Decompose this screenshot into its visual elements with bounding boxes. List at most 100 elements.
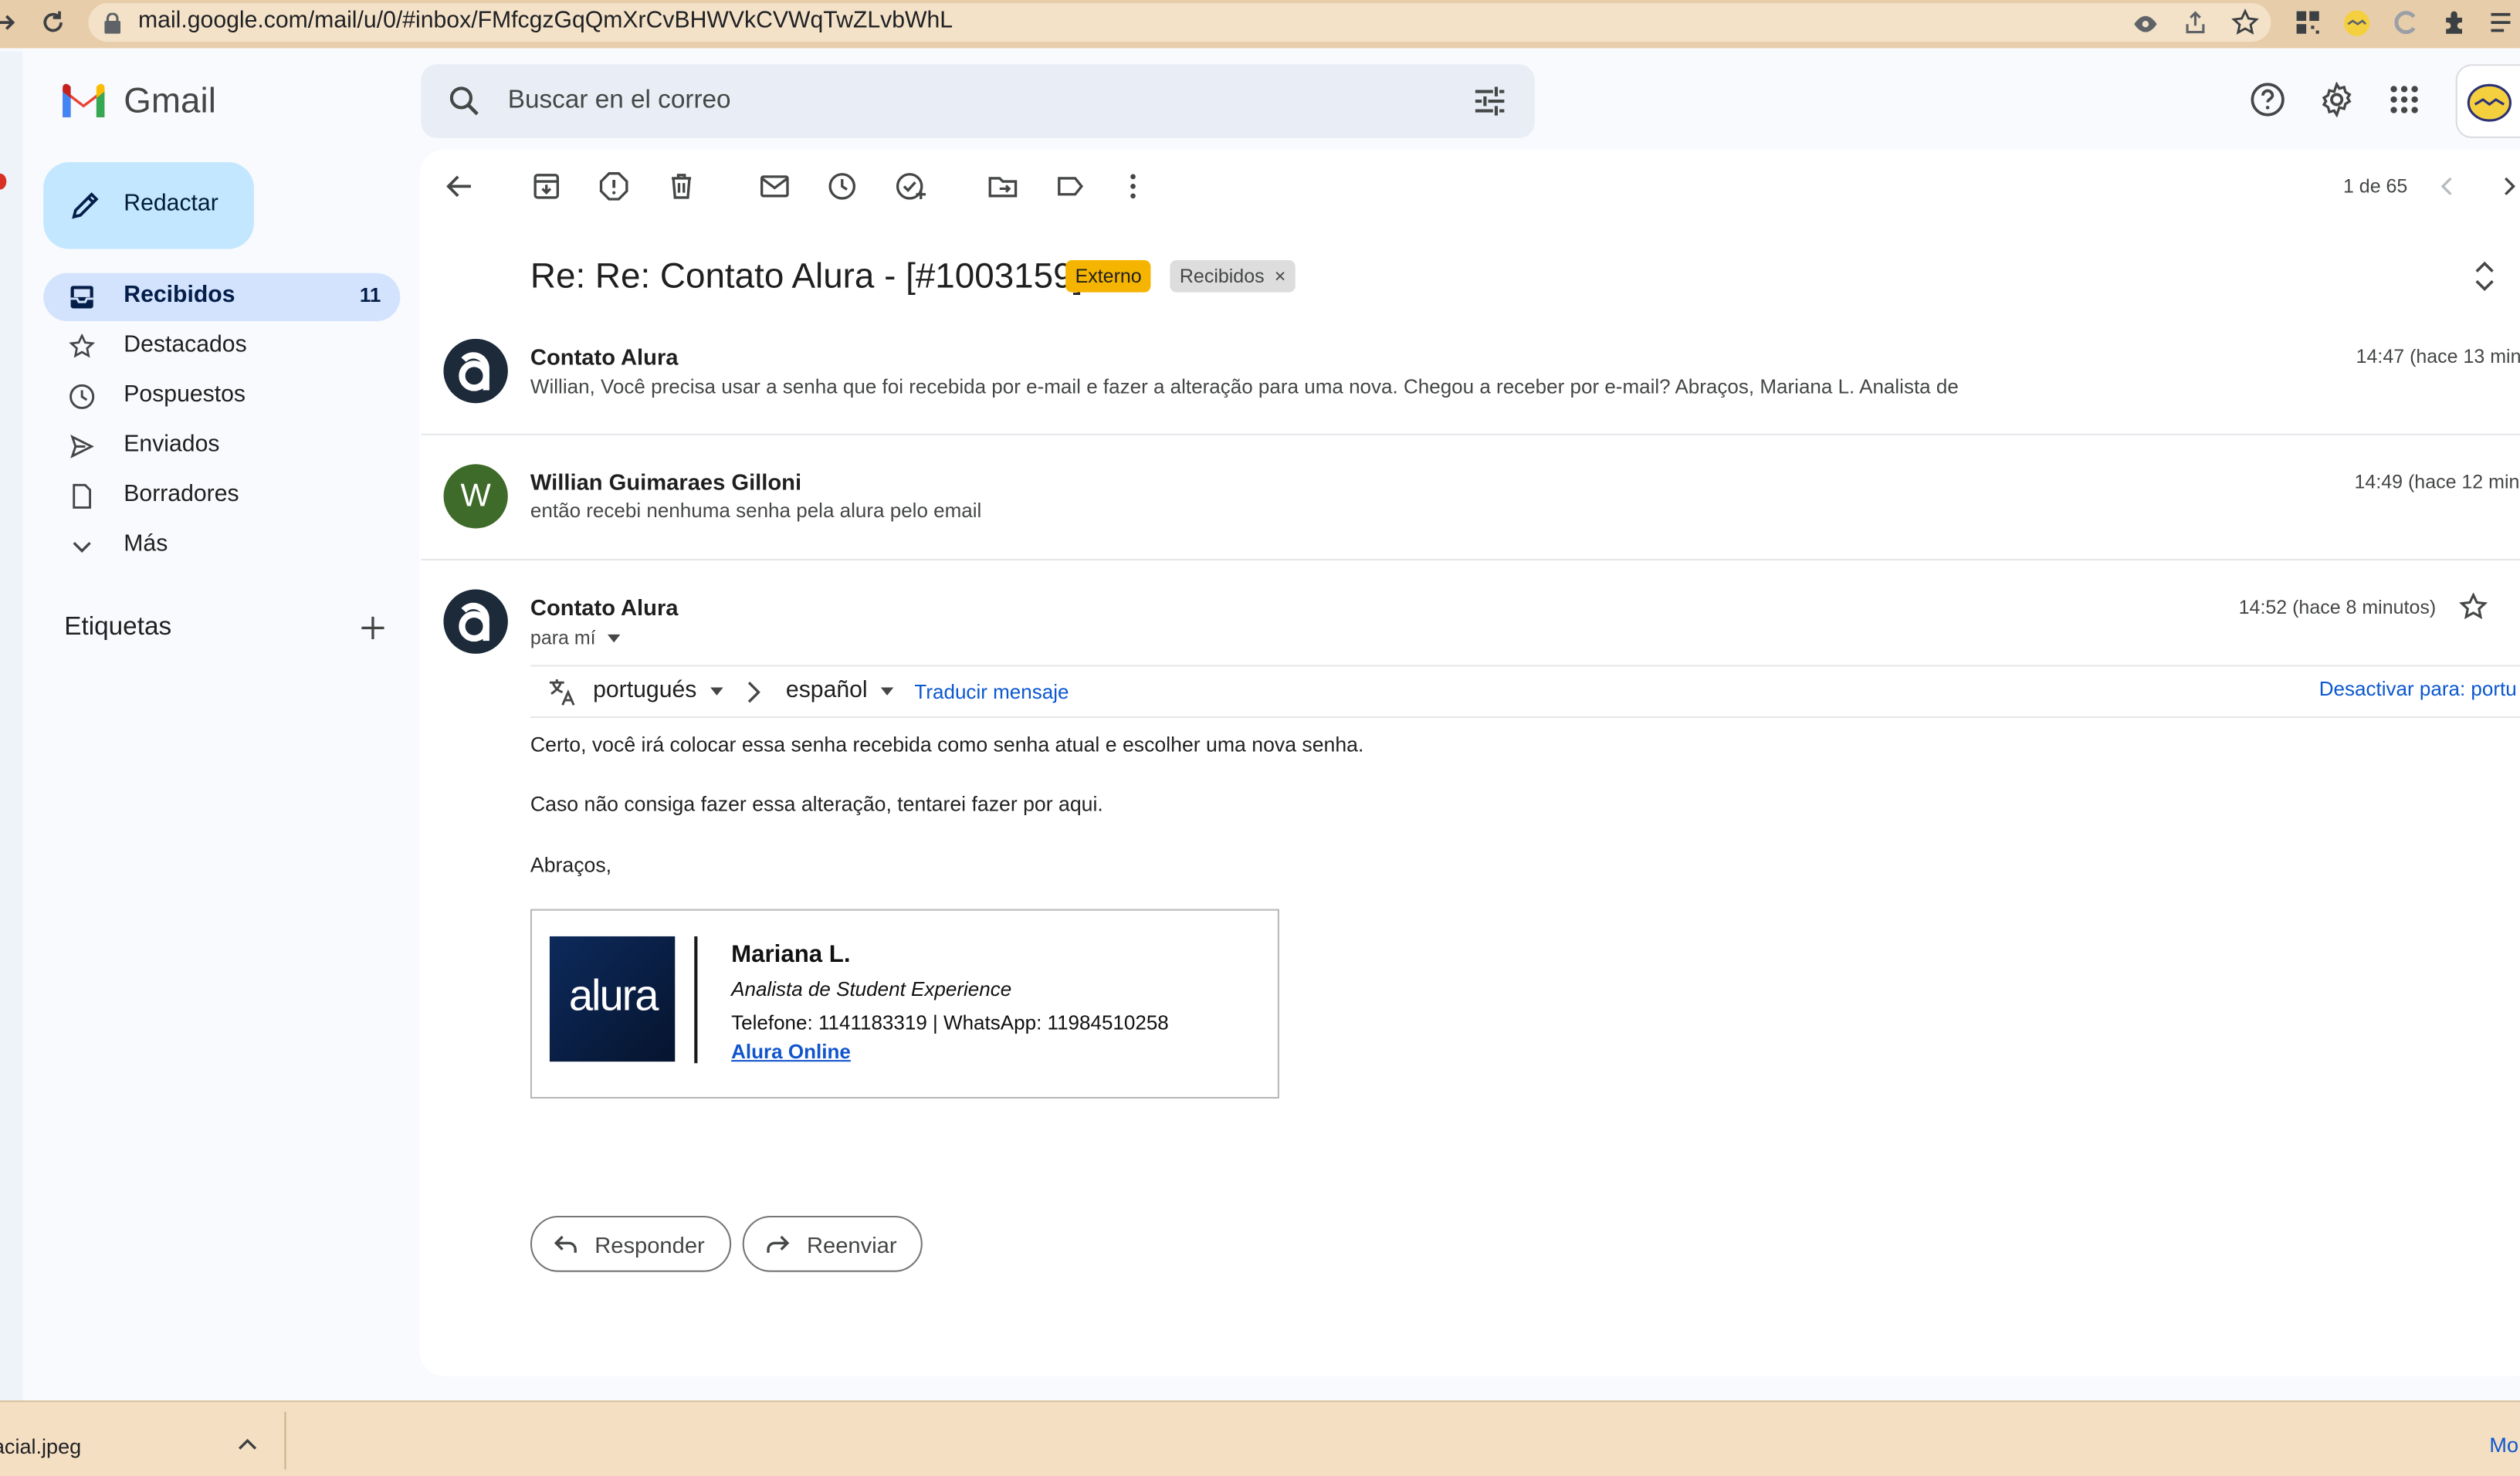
puzzle-extensions-icon[interactable]: [2441, 9, 2468, 36]
chevron-down-icon: [69, 533, 95, 559]
label-tag-icon[interactable]: [1055, 171, 1093, 209]
move-to-folder-icon[interactable]: [987, 171, 1025, 209]
share-icon[interactable]: [2183, 9, 2208, 35]
next-page-chevron-icon[interactable]: [2498, 175, 2520, 198]
label-chip-text: Recibidos: [1179, 265, 1265, 288]
send-icon: [69, 434, 95, 459]
add-to-tasks-icon[interactable]: [893, 171, 932, 209]
sidebar-item-more[interactable]: Más: [43, 522, 400, 570]
message-collapsed[interactable]: Contato Alura Willian, Você precisa usar…: [421, 317, 2520, 432]
thread-subject: Re: Re: Contato Alura - [#1003159]: [530, 255, 1083, 296]
caret-down-icon: [710, 686, 723, 696]
account-avatar[interactable]: [2455, 64, 2520, 138]
url-text[interactable]: mail.google.com/mail/u/0/#inbox/FMfcgzGq…: [138, 8, 953, 33]
target-language: español: [785, 677, 868, 704]
message-time: 14:47 (hace 13 minu: [2356, 345, 2520, 368]
sender-name: Contato Alura: [530, 344, 679, 370]
body-paragraph: Abraços,: [530, 852, 612, 877]
mark-unread-icon[interactable]: [759, 171, 798, 209]
sidebar-item-starred[interactable]: Destacados: [43, 323, 400, 371]
pencil-icon: [69, 189, 102, 222]
logo-text: alura: [568, 971, 659, 1021]
lock-icon[interactable]: [104, 12, 121, 34]
search-input[interactable]: Buscar en el correo: [508, 86, 731, 115]
sidebar-item-label: Recibidos: [124, 283, 235, 309]
help-icon[interactable]: [2250, 82, 2285, 117]
message-collapsed[interactable]: W Willian Guimaraes Gilloni então recebi…: [421, 435, 2520, 557]
sidebar-item-drafts[interactable]: Borradores: [43, 472, 400, 520]
message-time: 14:49 (hace 12 minu: [2354, 470, 2520, 493]
bookmark-star-icon[interactable]: [2230, 8, 2259, 36]
extension-handshake-icon[interactable]: [2343, 9, 2370, 36]
sidebar-item-label: Enviados: [124, 432, 220, 458]
gmail-wordmark[interactable]: Gmail: [124, 80, 216, 122]
more-vert-icon[interactable]: [1117, 171, 1156, 209]
expand-all-icon[interactable]: [2470, 260, 2498, 293]
prev-page-chevron-icon[interactable]: [2437, 175, 2459, 198]
avatar: W: [443, 464, 508, 529]
forward-arrow-icon: [765, 1234, 791, 1256]
source-language: portugués: [593, 677, 697, 704]
remove-label-icon[interactable]: ×: [1275, 265, 1286, 287]
star-toggle-icon[interactable]: [2459, 592, 2488, 621]
inbox-icon: [69, 284, 95, 310]
sidebar-item-label: Destacados: [124, 332, 247, 358]
target-language-select[interactable]: español: [785, 677, 894, 704]
compose-button[interactable]: Redactar: [43, 162, 254, 249]
translate-message-link[interactable]: Traducir mensaje: [914, 681, 1069, 703]
account-logo-icon: [2467, 80, 2512, 125]
search-bar[interactable]: Buscar en el correo: [421, 64, 1535, 138]
signature-divider: [694, 936, 698, 1064]
eye-icon[interactable]: [2132, 12, 2158, 37]
search-icon[interactable]: [449, 85, 481, 117]
reply-label: Responder: [594, 1231, 705, 1258]
show-all-downloads-link[interactable]: Mo: [2489, 1433, 2518, 1457]
reply-button[interactable]: Responder: [530, 1215, 732, 1272]
archive-icon[interactable]: [530, 171, 569, 209]
caret-down-icon: [880, 686, 894, 696]
external-badge: Externo: [1065, 260, 1152, 293]
sidebar-item-label: Más: [124, 531, 168, 557]
forward-label: Reenviar: [806, 1231, 897, 1258]
sidebar-item-snoozed[interactable]: Pospuestos: [43, 373, 400, 421]
signature-link[interactable]: Alura Online: [731, 1041, 851, 1063]
snooze-clock-icon[interactable]: [826, 171, 865, 209]
download-file-name[interactable]: facial.jpeg: [0, 1434, 81, 1458]
alura-logo: alura: [549, 936, 676, 1062]
email-signature: alura Mariana L. Analista de Student Exp…: [530, 909, 1279, 1099]
browser-toolbar: mail.google.com/mail/u/0/#inbox/FMfcgzGq…: [0, 0, 2520, 49]
extension-c-icon[interactable]: [2393, 9, 2419, 35]
message-time: 14:52 (hace 8 minutos): [2238, 595, 2437, 618]
chevron-up-icon[interactable]: [238, 1437, 257, 1451]
reload-icon[interactable]: [39, 8, 67, 36]
source-language-select[interactable]: portugués: [593, 678, 723, 703]
sidebar-item-inbox[interactable]: Recibidos 11: [43, 273, 401, 322]
gmail-logo-icon[interactable]: [59, 82, 107, 119]
recipient-text: para mí: [530, 626, 596, 649]
recipient-details[interactable]: para mí: [530, 626, 621, 649]
star-icon: [69, 333, 95, 360]
signature-name: Mariana L.: [731, 941, 851, 969]
pagination-text: 1 de 65: [2342, 174, 2408, 198]
left-edge-strip: [0, 51, 23, 1401]
disable-translation-link[interactable]: Desactivar para: portu: [2319, 678, 2517, 700]
qr-extension-icon[interactable]: [2295, 9, 2321, 35]
settings-gear-icon[interactable]: [2319, 82, 2355, 117]
reading-list-icon[interactable]: [2489, 9, 2518, 35]
reply-arrow-icon: [553, 1234, 578, 1256]
draft-file-icon: [69, 483, 95, 509]
delete-trash-icon[interactable]: [666, 171, 704, 209]
inbox-label-chip[interactable]: Recibidos ×: [1170, 260, 1296, 293]
divider: [530, 665, 2520, 667]
forward-arrow-icon[interactable]: [0, 9, 19, 35]
sidebar-item-sent[interactable]: Enviados: [43, 422, 400, 470]
add-label-icon[interactable]: [360, 615, 385, 641]
signature-role: Analista de Student Experience: [731, 978, 1012, 1001]
back-arrow-icon[interactable]: [444, 171, 483, 209]
labels-heading: Etiquetas: [64, 613, 172, 642]
alura-avatar-icon: [443, 338, 508, 404]
search-options-icon[interactable]: [1474, 86, 1506, 116]
report-spam-icon[interactable]: [598, 171, 636, 209]
forward-button[interactable]: Reenviar: [742, 1215, 923, 1272]
apps-grid-icon[interactable]: [2390, 85, 2418, 113]
